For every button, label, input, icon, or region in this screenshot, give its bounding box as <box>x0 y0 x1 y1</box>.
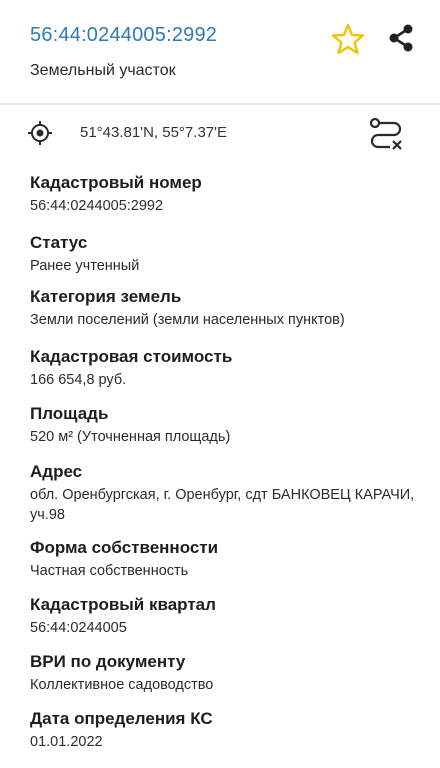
field-status: Статус Ранее учтенный <box>30 232 430 276</box>
field-land-category: Категория земель Земли поселений (земли … <box>30 286 430 330</box>
field-label: Дата определения КС <box>30 709 213 728</box>
coordinates-text: 51°43.81'N, 55°7.37'E <box>80 124 227 141</box>
header: 56:44:0244005:2992 Земельный участок <box>0 0 440 103</box>
field-value: 56:44:0244005:2992 <box>30 198 164 214</box>
field-value: 166 654,8 руб. <box>30 372 127 388</box>
route-icon[interactable] <box>368 117 404 151</box>
field-cadastral-number: Кадастровый номер 56:44:0244005:2992 <box>30 172 430 216</box>
field-label: Статус <box>30 233 88 252</box>
field-label: Категория земель <box>30 287 182 306</box>
star-icon[interactable] <box>331 22 365 56</box>
share-icon[interactable] <box>386 22 416 54</box>
field-value: Земли поселений (земли населенных пункто… <box>30 312 345 328</box>
field-value: Ранее учтенный <box>30 258 140 274</box>
field-label: Адрес <box>30 462 83 481</box>
field-label: Форма собственности <box>30 538 219 557</box>
field-address: Адрес обл. Оренбургская, г. Оренбург, сд… <box>30 461 430 525</box>
field-value: Коллективное садоводство <box>30 677 214 693</box>
field-label: Кадастровая стоимость <box>30 347 233 366</box>
field-label: ВРИ по документу <box>30 652 186 671</box>
header-divider <box>0 103 440 105</box>
field-value: 01.01.2022 <box>30 734 103 750</box>
location-target-icon[interactable] <box>27 120 53 146</box>
field-value: обл. Оренбургская, г. Оренбург, сдт БАНК… <box>30 487 415 523</box>
field-cost-date: Дата определения КС 01.01.2022 <box>30 708 430 752</box>
field-area: Площадь 520 м² (Уточненная площадь) <box>30 403 430 447</box>
field-label: Площадь <box>30 404 109 423</box>
field-permitted-use: ВРИ по документу Коллективное садоводств… <box>30 651 430 695</box>
field-value: Частная собственность <box>30 563 189 579</box>
coordinates-row: 51°43.81'N, 55°7.37'E <box>0 112 440 156</box>
field-value: 520 м² (Уточненная площадь) <box>30 429 231 445</box>
field-label: Кадастровый квартал <box>30 595 216 614</box>
field-cadastral-cost: Кадастровая стоимость 166 654,8 руб. <box>30 346 430 390</box>
field-label: Кадастровый номер <box>30 173 202 192</box>
field-cadastral-quarter: Кадастровый квартал 56:44:0244005 <box>30 594 430 638</box>
object-type-subtitle: Земельный участок <box>30 62 176 79</box>
field-ownership-form: Форма собственности Частная собственност… <box>30 537 430 581</box>
field-value: 56:44:0244005 <box>30 620 127 636</box>
cadastral-number-title[interactable]: 56:44:0244005:2992 <box>30 24 217 47</box>
